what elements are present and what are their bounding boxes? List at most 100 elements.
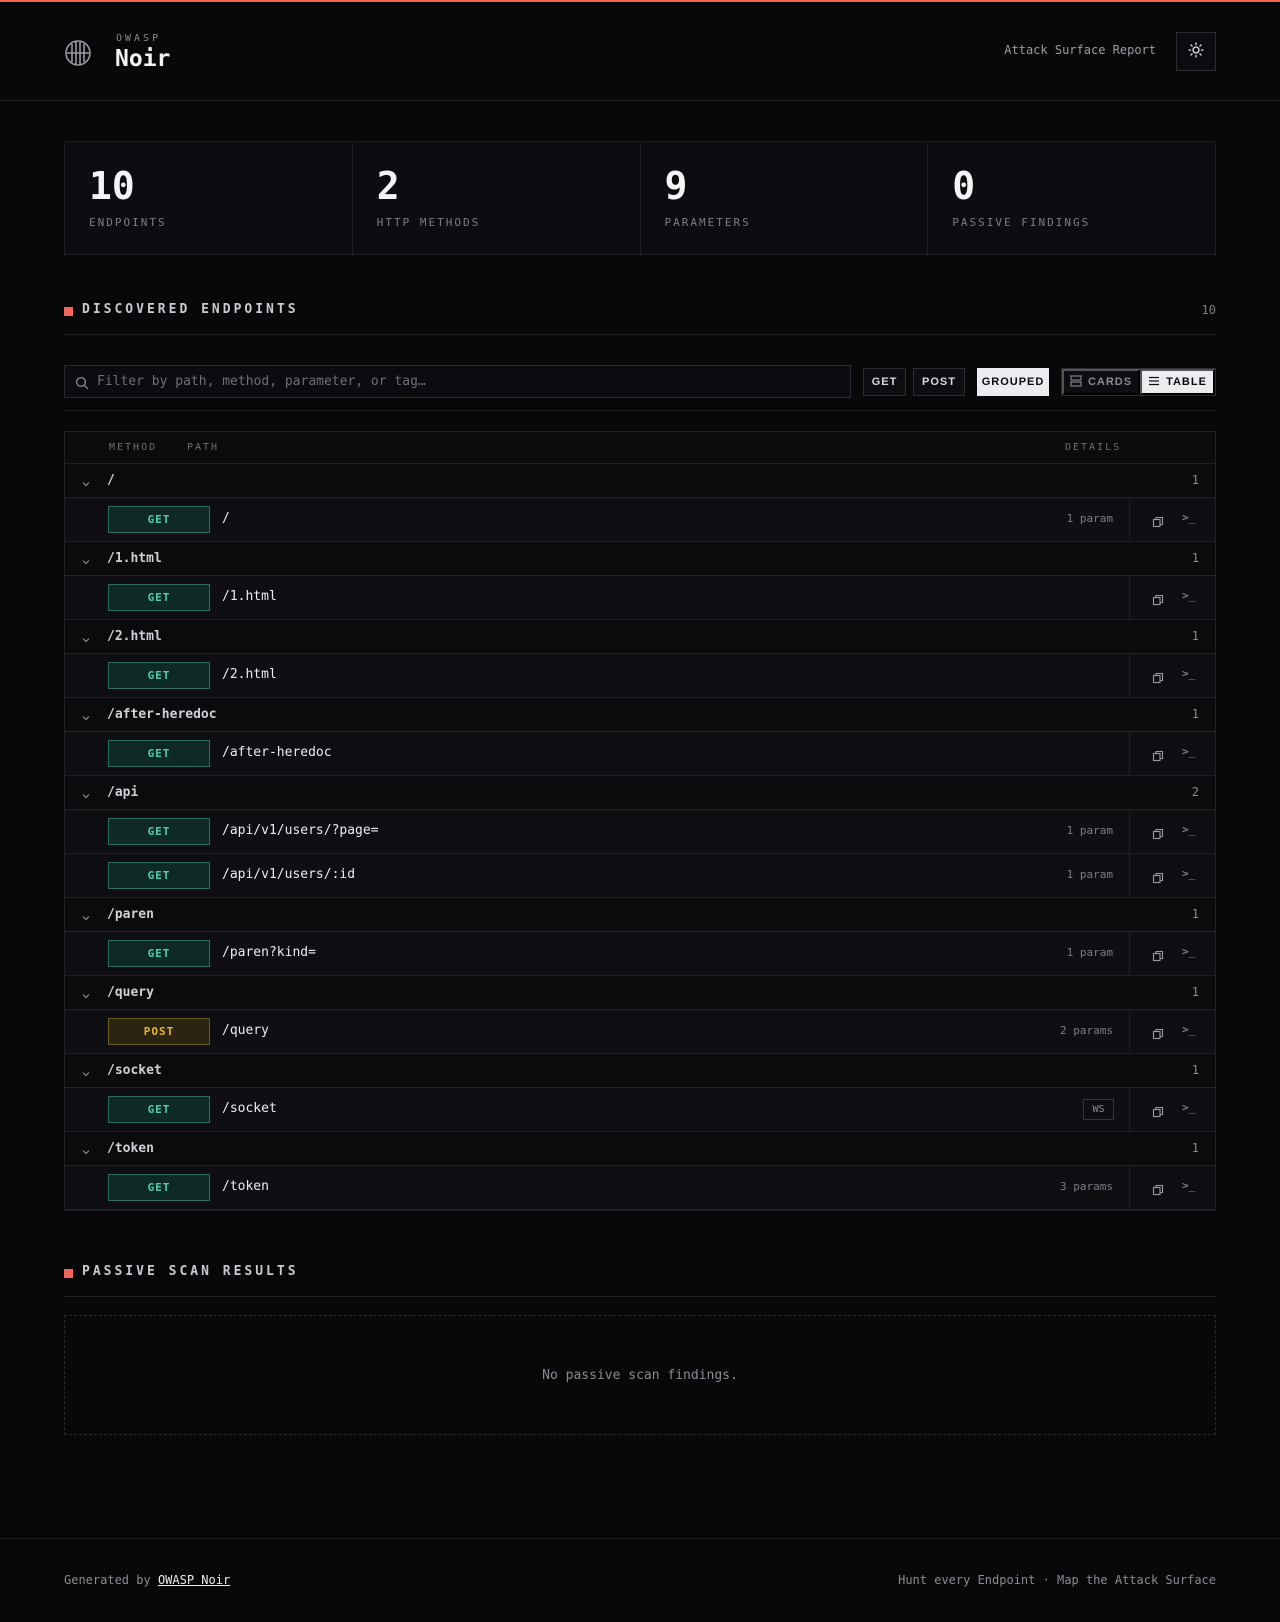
copy-icon[interactable] [1152, 947, 1164, 966]
column-header-details: DETAILS [1065, 442, 1122, 453]
theme-toggle-button[interactable] [1176, 32, 1216, 71]
endpoint-row[interactable]: GET/paren?kind= 1 param >_ [65, 932, 1215, 976]
group-row[interactable]: /token 1 [65, 1132, 1215, 1166]
search-input[interactable] [97, 366, 837, 397]
stat-label: HTTP METHODS [376, 216, 481, 229]
copy-icon[interactable] [1152, 1103, 1164, 1122]
copy-icon[interactable] [1152, 591, 1164, 610]
group-path: /after-heredoc [107, 707, 217, 722]
copy-icon[interactable] [1152, 825, 1164, 844]
endpoint-row[interactable]: GET/socket WS >_ [65, 1088, 1215, 1132]
group-row[interactable]: /query 1 [65, 976, 1215, 1010]
view-mode-switch: CARDS TABLE [1061, 368, 1216, 396]
row-actions: >_ [1129, 1166, 1215, 1209]
brand-org: OWASP [116, 33, 162, 44]
chevron-down-icon [81, 786, 91, 805]
terminal-icon[interactable]: >_ [1182, 945, 1195, 958]
row-actions: >_ [1129, 732, 1215, 775]
table-icon [1148, 375, 1160, 390]
endpoint-path: /query [222, 1023, 269, 1038]
copy-icon[interactable] [1152, 1181, 1164, 1200]
copy-icon[interactable] [1152, 869, 1164, 888]
terminal-icon[interactable]: >_ [1182, 1101, 1195, 1114]
endpoint-row[interactable]: POST/query 2 params >_ [65, 1010, 1215, 1054]
group-count: 1 [1191, 707, 1199, 721]
endpoint-row[interactable]: GET/token 3 params >_ [65, 1166, 1215, 1210]
group-row[interactable]: /after-heredoc 1 [65, 698, 1215, 732]
group-row[interactable]: /2.html 1 [65, 620, 1215, 654]
terminal-icon[interactable]: >_ [1182, 589, 1195, 602]
group-row[interactable]: /1.html 1 [65, 542, 1215, 576]
row-actions: >_ [1129, 576, 1215, 619]
section-marker [64, 1269, 73, 1278]
copy-icon[interactable] [1152, 669, 1164, 688]
param-count: 1 param [1066, 824, 1113, 837]
endpoint-path: /1.html [222, 589, 277, 604]
group-count: 1 [1191, 473, 1199, 487]
endpoint-path: /api/v1/users/?page= [222, 823, 379, 838]
column-header-path: PATH [187, 442, 220, 453]
method-badge: GET [108, 940, 210, 967]
footer-noir-link[interactable]: OWASP Noir [158, 1573, 230, 1587]
table-header: METHOD PATH DETAILS [65, 432, 1215, 464]
param-count: 1 param [1066, 512, 1113, 525]
group-row[interactable]: /socket 1 [65, 1054, 1215, 1088]
report-title: Attack Surface Report [1004, 43, 1156, 57]
endpoint-path: /paren?kind= [222, 945, 316, 960]
table-view-button[interactable]: TABLE [1140, 369, 1215, 395]
filter-post-button[interactable]: POST [913, 368, 965, 396]
endpoint-row[interactable]: GET/2.html >_ [65, 654, 1215, 698]
group-row[interactable]: /api 2 [65, 776, 1215, 810]
stat-value: 2 [376, 164, 400, 208]
group-path: /1.html [107, 551, 162, 566]
param-count: 1 param [1066, 946, 1113, 959]
chevron-down-icon [81, 908, 91, 927]
chevron-down-icon [81, 630, 91, 649]
stats-panel: 10 ENDPOINTS 2 HTTP METHODS 9 PARAMETERS… [64, 141, 1216, 255]
endpoint-row[interactable]: GET/api/v1/users/?page= 1 param >_ [65, 810, 1215, 854]
method-badge: GET [108, 584, 210, 611]
terminal-icon[interactable]: >_ [1182, 745, 1195, 758]
column-header-method: METHOD [109, 442, 158, 453]
table-view-label: TABLE [1166, 376, 1207, 388]
endpoint-row[interactable]: GET/after-heredoc >_ [65, 732, 1215, 776]
group-row[interactable]: /1 [65, 464, 1215, 498]
cards-view-button[interactable]: CARDS [1062, 369, 1140, 395]
endpoint-row[interactable]: GET / 1 param >_ [65, 498, 1215, 542]
endpoint-path: /after-heredoc [222, 745, 332, 760]
terminal-icon[interactable]: >_ [1182, 867, 1195, 880]
method-badge: GET [108, 1174, 210, 1201]
copy-icon[interactable] [1152, 1025, 1164, 1044]
grouped-toggle-button[interactable]: GROUPED [977, 368, 1049, 396]
group-count: 1 [1191, 1063, 1199, 1077]
copy-icon[interactable] [1152, 747, 1164, 766]
row-actions: >_ [1129, 498, 1215, 541]
search-box [64, 365, 851, 398]
terminal-icon[interactable]: >_ [1182, 1023, 1195, 1036]
group-path: / [107, 473, 115, 488]
terminal-icon[interactable]: >_ [1182, 667, 1195, 680]
stat-label: ENDPOINTS [89, 216, 167, 229]
endpoint-row[interactable]: GET/api/v1/users/:id 1 param >_ [65, 854, 1215, 898]
section-marker [64, 307, 73, 316]
group-path: /paren [107, 907, 154, 922]
row-actions: >_ [1129, 810, 1215, 853]
passive-empty-state: No passive scan findings. [64, 1315, 1216, 1435]
sun-icon [1188, 42, 1204, 61]
terminal-icon[interactable]: >_ [1182, 823, 1195, 836]
footer-credit: Generated by OWASP Noir [64, 1573, 230, 1587]
stat-value: 10 [89, 164, 135, 208]
group-path: /token [107, 1141, 154, 1156]
table-body: /1 GET/1 param >_/1.html 1 GET/1.html >_/2.ht… [65, 464, 1215, 1210]
cards-view-label: CARDS [1087, 376, 1133, 388]
endpoint-path: / [222, 511, 230, 526]
chevron-down-icon [81, 474, 91, 493]
copy-icon[interactable] [1152, 513, 1164, 532]
section-count: 10 [1201, 303, 1216, 317]
terminal-icon[interactable]: >_ [1182, 1179, 1195, 1192]
terminal-icon[interactable]: >_ [1182, 511, 1195, 524]
method-badge: GET [108, 506, 210, 533]
filter-get-button[interactable]: GET [863, 368, 906, 396]
endpoint-row[interactable]: GET/1.html >_ [65, 576, 1215, 620]
group-row[interactable]: /paren 1 [65, 898, 1215, 932]
